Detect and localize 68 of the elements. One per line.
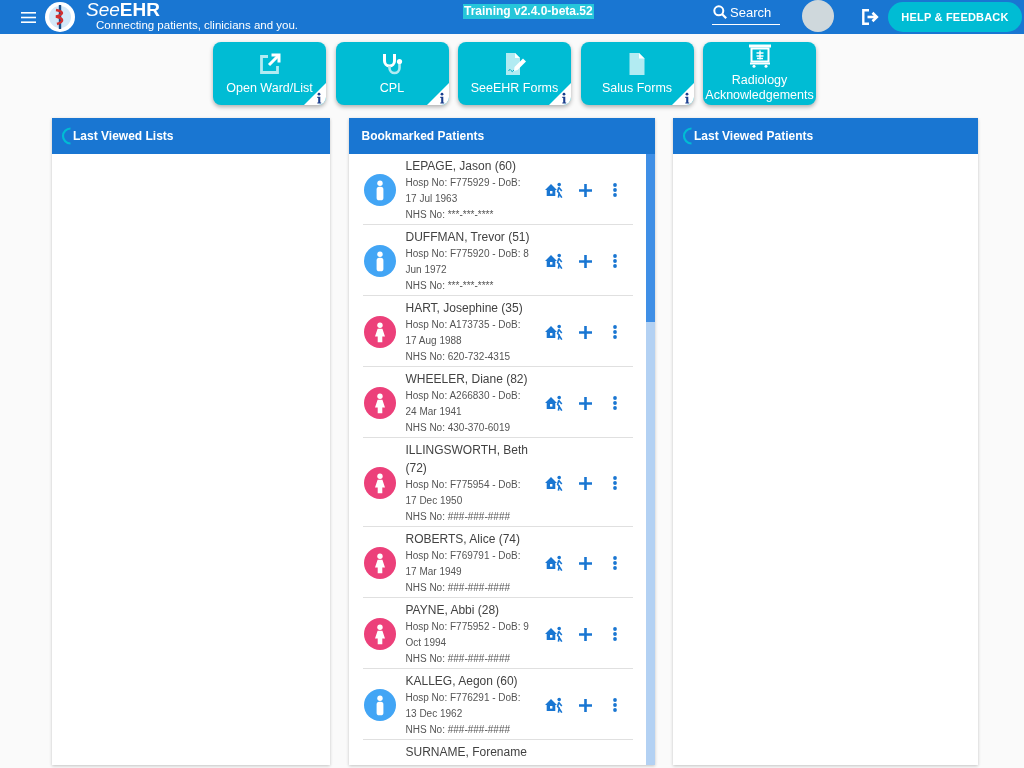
snake-staff-logo-icon — [45, 2, 75, 32]
plus-icon[interactable] — [578, 325, 592, 339]
nhs-number: NHS No: ###-###-#### — [405, 581, 510, 595]
kebab-menu-icon[interactable] — [612, 627, 617, 641]
search-field[interactable]: Search — [712, 2, 780, 25]
nhs-number: NHS No: ***-***-**** — [405, 279, 494, 293]
user-photo-placeholder[interactable] — [802, 0, 834, 32]
house-person-icon[interactable] — [544, 324, 563, 340]
patient-name[interactable]: SURNAME, Forename — [405, 743, 527, 761]
nhs-number: NHS No: ###-###-#### — [405, 510, 510, 524]
patient-name[interactable]: ILLINGSWORTH, Beth (72) — [405, 441, 536, 477]
plus-icon[interactable] — [578, 698, 592, 712]
plus-icon[interactable] — [578, 627, 592, 641]
panel-title: Last Viewed Patients — [694, 129, 814, 143]
patient-name[interactable]: PAYNE, Abbi (28) — [405, 601, 500, 619]
patient-hospital-details: Hosp No: F775952 - DoB: 9 Oct 1994 — [405, 620, 530, 650]
patient-hospital-details: Hosp No: A266830 - DoB: 24 Mar 1941 — [405, 389, 522, 419]
patient-hospital-details: Hosp No: F769791 - DoB: 17 Mar 1949 — [405, 549, 522, 579]
kebab-menu-icon[interactable] — [612, 325, 617, 339]
house-person-icon[interactable] — [544, 182, 563, 198]
menu-icon[interactable] — [21, 11, 36, 23]
kebab-menu-icon[interactable] — [612, 396, 617, 410]
patient-hospital-details: Hosp No: F775929 - DoB: 17 Jul 1963 — [405, 176, 522, 206]
plus-icon[interactable] — [578, 556, 592, 570]
patient-name[interactable]: WHEELER, Diane (82) — [405, 370, 528, 388]
environment-badge: Training v2.4.0-beta.52 — [463, 4, 594, 19]
kebab-menu-icon[interactable] — [612, 476, 617, 490]
patient-name[interactable]: DUFFMAN, Trevor (51) — [405, 228, 530, 246]
kebab-menu-icon[interactable] — [612, 556, 617, 570]
panel-title: Bookmarked Patients — [361, 129, 485, 143]
scrollbar-track[interactable] — [645, 154, 655, 765]
house-person-icon[interactable] — [544, 395, 563, 411]
house-person-icon[interactable] — [544, 253, 563, 269]
scrollbar-thumb[interactable] — [645, 154, 655, 322]
plus-icon[interactable] — [578, 254, 592, 268]
patient-hospital-details: Hosp No: F775954 - DoB: 17 Dec 1950 — [405, 478, 522, 508]
stethoscope-icon — [380, 51, 404, 76]
patient-name[interactable]: ROBERTS, Alice (74) — [405, 530, 520, 548]
logout-icon[interactable] — [862, 9, 880, 25]
kebab-menu-icon[interactable] — [612, 183, 617, 197]
house-person-icon[interactable] — [544, 626, 563, 642]
nhs-number: NHS No: ###-###-#### — [405, 723, 510, 737]
panel-title: Last Viewed Lists — [73, 129, 174, 143]
house-person-icon[interactable] — [544, 475, 563, 491]
patient-hospital-details: Hosp No: F776291 - DoB: 13 Dec 1962 — [405, 691, 522, 721]
kebab-menu-icon[interactable] — [612, 254, 617, 268]
nhs-number: NHS No: ***-***-**** — [405, 208, 494, 222]
house-person-icon[interactable] — [544, 697, 563, 713]
info-corner-icon[interactable] — [426, 83, 449, 105]
patient-name[interactable]: LEPAGE, Jason (60) — [405, 157, 516, 175]
x-ray-viewer-icon — [747, 44, 772, 68]
plus-icon[interactable] — [578, 183, 592, 197]
plus-icon[interactable] — [578, 476, 592, 490]
brand-tagline: Connecting patients, clinicians and you. — [96, 19, 298, 31]
external-link-icon — [257, 51, 282, 76]
search-icon — [713, 5, 727, 19]
house-person-icon[interactable] — [544, 555, 563, 571]
patient-hospital-details: Hosp No: A173735 - DoB: 17 Aug 1988 — [405, 318, 522, 348]
patient-hospital-details: Hosp No: F775920 - DoB: 8 Jun 1972 — [405, 247, 530, 277]
nhs-number: NHS No: 430-370-6019 — [405, 421, 510, 435]
patient-name[interactable]: HART, Josephine (35) — [405, 299, 523, 317]
kebab-menu-icon[interactable] — [612, 698, 617, 712]
patient-name[interactable]: KALLEG, Aegon (60) — [405, 672, 518, 690]
info-corner-icon[interactable] — [671, 83, 694, 105]
brand-name: SeeEHR — [86, 1, 160, 19]
nhs-number: NHS No: ###-###-#### — [405, 652, 510, 666]
nhs-number: NHS No: 620-732-4315 — [405, 350, 510, 364]
plus-icon[interactable] — [578, 396, 592, 410]
